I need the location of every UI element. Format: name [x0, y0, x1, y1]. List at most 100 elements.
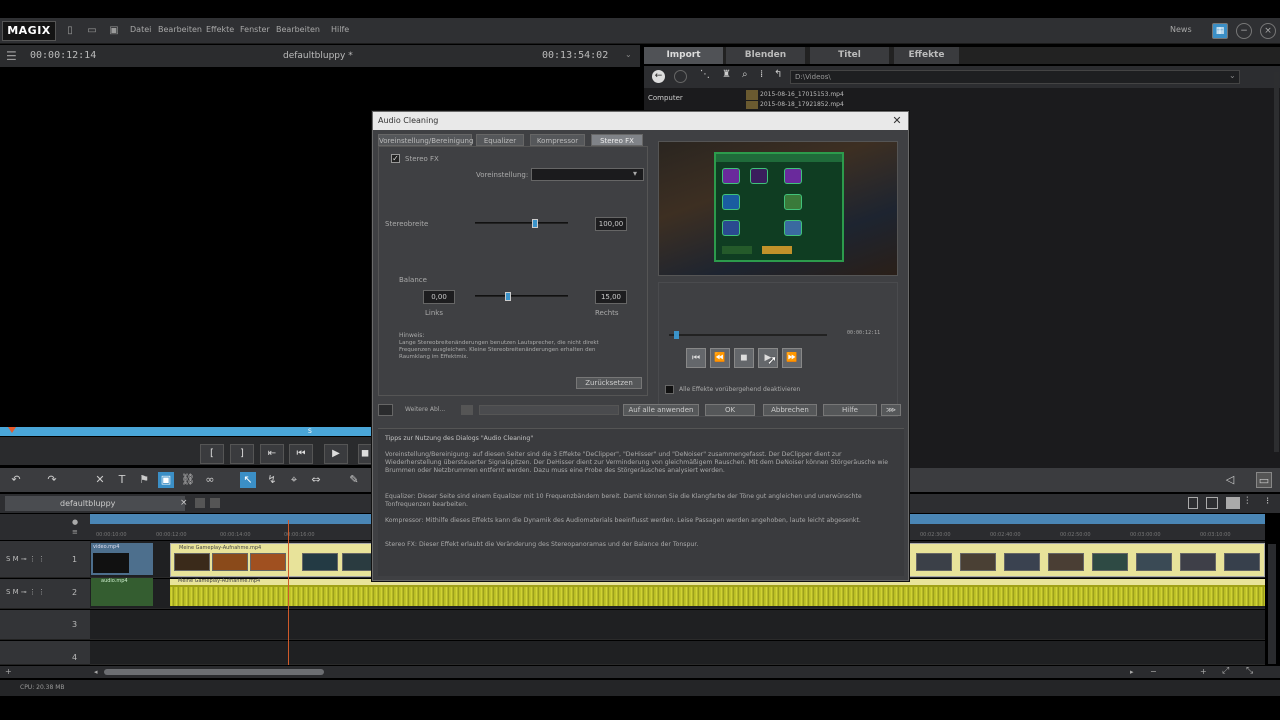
view-icon[interactable]: ⁞	[760, 69, 763, 80]
expand-icon[interactable]: ⤡	[1246, 666, 1253, 676]
reset-button[interactable]: Zurücksetzen	[576, 377, 642, 389]
scroll-left-icon[interactable]: ◂	[94, 668, 98, 676]
playhead-line[interactable]	[288, 520, 289, 665]
help-button[interactable]: Hilfe	[823, 404, 877, 416]
position-bar[interactable]: S	[0, 427, 372, 436]
zoom-in-icon[interactable]: +	[1200, 667, 1207, 676]
tab-transitions[interactable]: Blenden	[726, 47, 806, 64]
pointer-icon[interactable]: ↖	[240, 472, 256, 488]
pencil-icon[interactable]: ✎	[346, 472, 362, 488]
tab-nav-right-icon[interactable]	[210, 498, 220, 508]
mixer-icon[interactable]: ⫶	[1246, 496, 1249, 507]
stop-button[interactable]: ◼	[358, 444, 372, 464]
tab-import[interactable]: Import	[644, 47, 724, 64]
ruler-menu-icon[interactable]: ≡	[72, 528, 78, 536]
balance-slider[interactable]	[475, 292, 568, 301]
playhead-marker-icon[interactable]	[8, 427, 16, 433]
fast-forward-button[interactable]: ⏩	[782, 348, 802, 368]
tab-nav-left-icon[interactable]	[195, 498, 205, 508]
hamburger-menu-icon[interactable]: ☰	[6, 49, 17, 63]
collapse-button[interactable]: ⋙	[881, 404, 901, 416]
open-folder-icon[interactable]: ▭	[86, 24, 98, 38]
tree-item-computer[interactable]: Computer	[648, 94, 683, 102]
more-settings-label[interactable]: Weitere Abl...	[405, 406, 445, 413]
arrow-left-icon[interactable]: ◁	[1222, 472, 1238, 488]
scroll-thumb[interactable]	[104, 669, 324, 675]
maximize-icon[interactable]: ▭	[1256, 472, 1272, 488]
tab-compressor[interactable]: Kompressor	[530, 134, 585, 146]
track-controls[interactable]: S M ⊸ ⋮ ⋮	[6, 555, 45, 563]
toggle-icon[interactable]	[461, 405, 473, 415]
mark-in-button[interactable]: [	[200, 444, 224, 464]
stretch-icon[interactable]: ⇔	[308, 472, 324, 488]
tab-equalizer[interactable]: Equalizer	[476, 134, 524, 146]
cancel-button[interactable]: Abbrechen	[763, 404, 817, 416]
menu-help[interactable]: Hilfe	[331, 25, 349, 34]
new-file-icon[interactable]: ▯	[64, 24, 76, 38]
checkbox-stereo-fx[interactable]: ✓	[391, 154, 400, 163]
track-body-4[interactable]	[90, 641, 1265, 665]
play-button[interactable]: ▶	[324, 444, 348, 464]
clip-mode-icon[interactable]: ▣	[158, 472, 174, 488]
slider-knob[interactable]	[505, 292, 511, 301]
text-icon[interactable]: T	[114, 472, 130, 488]
link-icon[interactable]: ⛓	[180, 472, 196, 488]
record-icon[interactable]	[378, 404, 393, 416]
tree-icon[interactable]: ⋱	[700, 69, 710, 80]
stereo-width-slider[interactable]	[475, 219, 568, 228]
fit-icon[interactable]: ⤢	[1222, 666, 1229, 676]
preview-seek-bar[interactable]	[669, 331, 827, 339]
menu-effects[interactable]: Effekte	[206, 25, 234, 34]
view-mode-1-icon[interactable]	[1188, 497, 1198, 509]
seek-knob[interactable]	[674, 331, 679, 339]
bypass-checkbox[interactable]	[665, 385, 674, 394]
search-icon[interactable]: ⌕	[742, 69, 748, 80]
audio-waveform[interactable]	[170, 585, 1265, 606]
scroll-right-icon[interactable]: ▸	[1130, 668, 1134, 676]
menu-edit[interactable]: Bearbeiten	[158, 25, 202, 34]
delete-icon[interactable]: ✕	[92, 472, 108, 488]
dialog-close-icon[interactable]: ✕	[890, 114, 904, 128]
redo-icon[interactable]: ↷	[44, 472, 60, 488]
rewind-button[interactable]: ⏪	[710, 348, 730, 368]
previous-button[interactable]: ⏮	[289, 444, 313, 464]
file-item[interactable]: 2015-08-18_17921852.mp4	[760, 101, 844, 108]
media-scrollbar[interactable]	[1274, 72, 1279, 452]
back-icon[interactable]: ←	[652, 70, 665, 83]
apply-all-button[interactable]: Auf alle anwenden	[623, 404, 699, 416]
media-path-input[interactable]: D:\Videos\	[790, 70, 1240, 84]
dropdown-chevron-icon[interactable]: ▾	[633, 169, 637, 178]
tab-titles[interactable]: Titel	[810, 47, 890, 64]
ok-button[interactable]: OK	[705, 404, 755, 416]
stop-preview-button[interactable]: ◼	[734, 348, 754, 368]
track-controls[interactable]: S M ⊸ ⋮ ⋮	[6, 588, 45, 596]
close-tab-icon[interactable]: ×	[180, 498, 188, 508]
skip-back-button[interactable]: ⏮	[686, 348, 706, 368]
forward-icon[interactable]	[674, 70, 687, 83]
layout-icon[interactable]: ▦	[1212, 23, 1228, 39]
zoom-out-icon[interactable]: −	[1150, 667, 1157, 676]
menu-window[interactable]: Fenster	[240, 25, 270, 34]
preset-dropdown[interactable]	[531, 168, 644, 181]
path-dropdown-icon[interactable]: ⌄	[1229, 71, 1236, 80]
menu-edit-2[interactable]: Bearbeiten	[276, 25, 320, 34]
slider-knob[interactable]	[532, 219, 538, 228]
jump-start-button[interactable]: ⇤	[260, 444, 284, 464]
tab-stereo-fx[interactable]: Stereo FX	[591, 134, 643, 146]
balance-right-value[interactable]: 15,00	[595, 290, 627, 304]
balance-left-value[interactable]: 0,00	[423, 290, 455, 304]
unlink-icon[interactable]: ∞	[202, 472, 218, 488]
add-track-icon[interactable]: +	[5, 667, 12, 676]
project-tab[interactable]: defaultbluppy	[5, 496, 185, 511]
track-body-3[interactable]	[90, 610, 1265, 640]
view-mode-3-icon[interactable]	[1226, 497, 1240, 509]
track-scrollbar[interactable]	[1268, 544, 1276, 664]
undo-icon[interactable]: ↶	[8, 472, 24, 488]
favorites-icon[interactable]: ♜	[722, 69, 731, 80]
view-mode-2-icon[interactable]	[1206, 497, 1218, 509]
mark-out-button[interactable]: ]	[230, 444, 254, 464]
stereo-width-value[interactable]: 100,00	[595, 217, 627, 231]
zoom-dot-icon[interactable]: ●	[72, 518, 78, 526]
chevron-down-icon[interactable]: ⌄	[625, 50, 632, 59]
file-item[interactable]: 2015-08-16_17015153.mp4	[760, 91, 844, 98]
